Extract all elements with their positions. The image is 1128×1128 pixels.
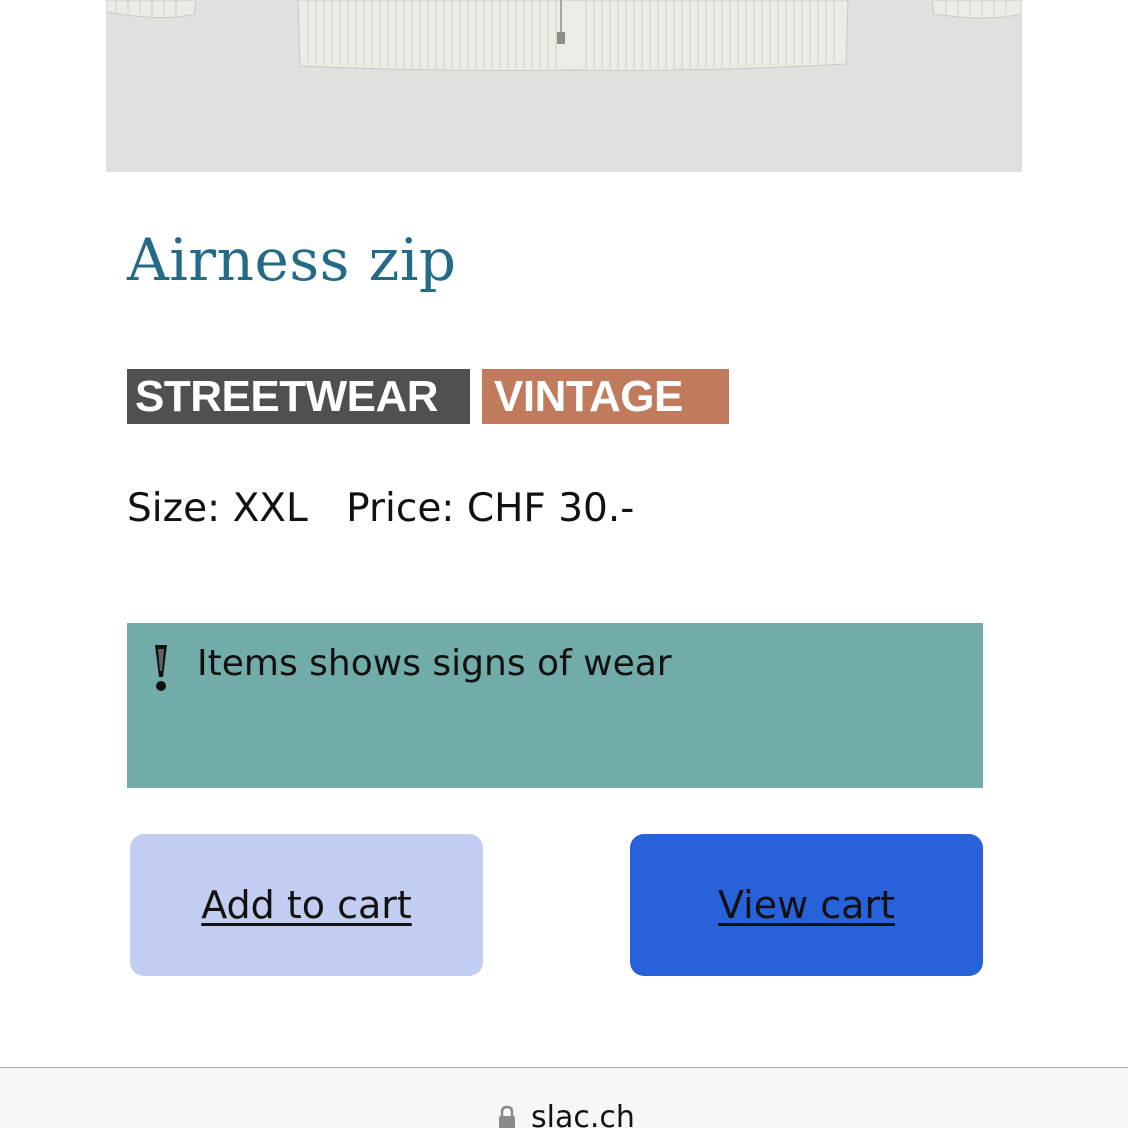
wear-notice: Items shows signs of wear (127, 623, 983, 788)
wear-notice-text: Items shows signs of wear (197, 643, 672, 684)
url-display[interactable]: slac.ch (497, 1100, 635, 1128)
url-domain: slac.ch (531, 1100, 635, 1128)
view-cart-button[interactable]: View cart (630, 834, 983, 976)
product-meta: Size: XXL Price: CHF 30.- (127, 486, 634, 531)
lock-icon (499, 1105, 515, 1128)
product-title: Airness zip (127, 226, 457, 294)
browser-address-bar[interactable]: slac.ch (0, 1067, 1128, 1128)
tag-vintage: VINTAGE (482, 369, 729, 424)
product-image (106, 0, 1022, 172)
product-size: Size: XXL (127, 486, 308, 531)
sweater-image (106, 0, 1022, 71)
exclamation-icon (155, 645, 167, 691)
add-to-cart-button[interactable]: Add to cart (130, 834, 483, 976)
tag-streetwear: STREETWEAR (127, 369, 470, 424)
product-page: Airness zip STREETWEAR VINTAGE Size: XXL… (0, 0, 1128, 1128)
product-price: Price: CHF 30.- (346, 486, 635, 531)
